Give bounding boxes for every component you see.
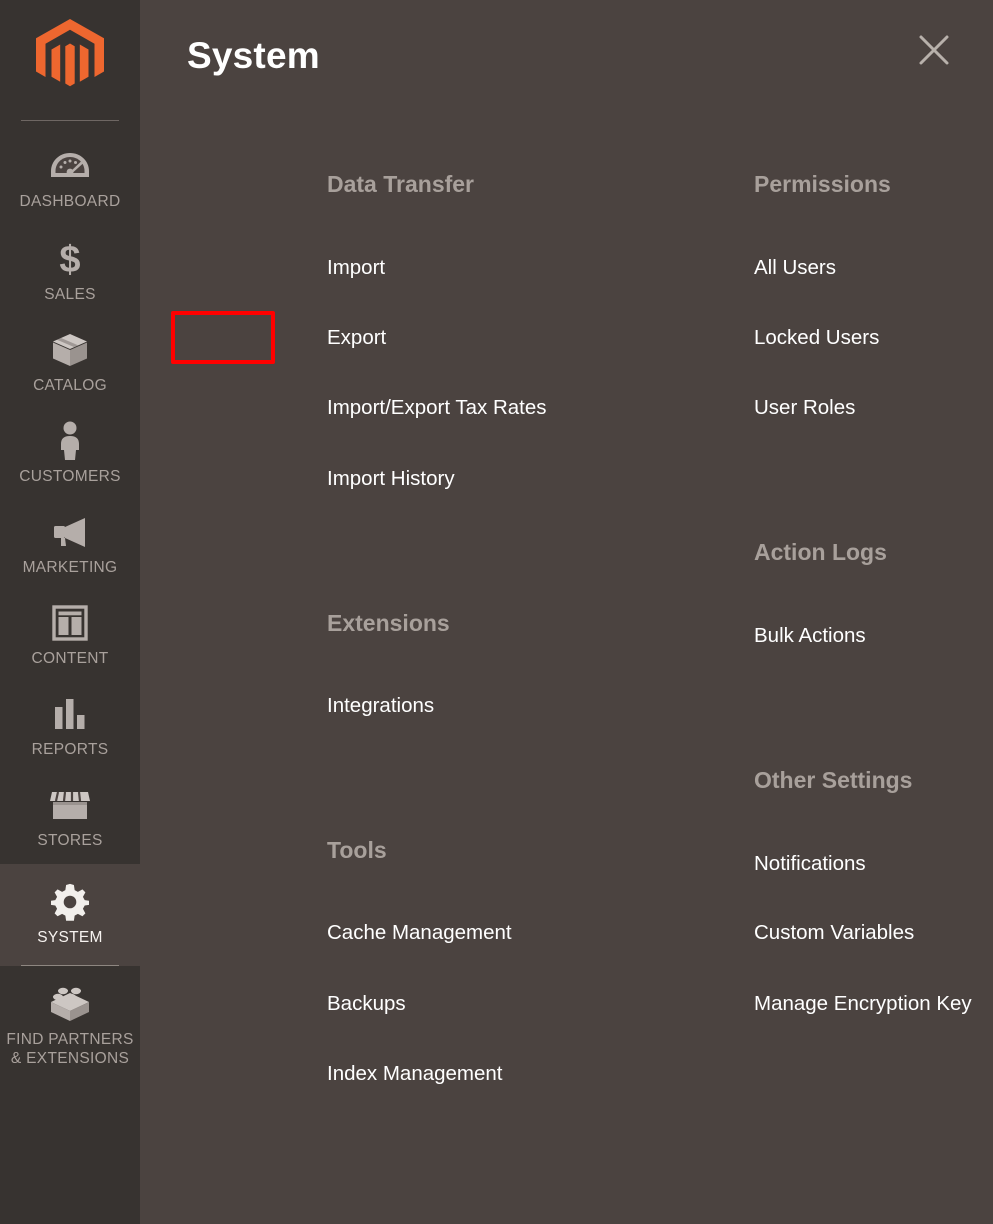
menu-item-import[interactable]: Import: [327, 257, 385, 279]
close-button[interactable]: [917, 33, 951, 67]
sidebar-item-label: CATALOG: [33, 377, 107, 394]
magento-logo[interactable]: [0, 0, 140, 110]
sidebar-nav: DASHBOARD $ SALES CATALOG CUSTOMERS MARK…: [0, 131, 140, 1082]
sidebar-item-system[interactable]: SYSTEM: [0, 864, 140, 966]
sidebar-item-label: MARKETING: [22, 559, 118, 576]
group-title-tools: Tools: [327, 837, 387, 863]
gauge-icon: [50, 146, 90, 186]
sidebar-item-label: REPORTS: [31, 741, 109, 758]
layout-icon: [52, 603, 88, 643]
menu-item-custom-variables[interactable]: Custom Variables: [754, 922, 914, 944]
magento-admin-system-menu: DASHBOARD $ SALES CATALOG CUSTOMERS MARK…: [0, 0, 993, 1224]
bar-chart-icon: [52, 694, 88, 734]
storefront-icon: [49, 785, 91, 825]
menu-item-notifications[interactable]: Notifications: [754, 853, 866, 875]
svg-text:$: $: [59, 239, 80, 279]
menu-item-integrations[interactable]: Integrations: [327, 695, 434, 717]
menu-item-import-export-tax-rates[interactable]: Import/Export Tax Rates: [327, 397, 547, 419]
sidebar-item-catalog[interactable]: CATALOG: [0, 318, 140, 409]
gear-icon: [51, 882, 89, 922]
menu-item-bulk-actions[interactable]: Bulk Actions: [754, 625, 866, 647]
sidebar-item-find-partners[interactable]: FIND PARTNERS & EXTENSIONS: [0, 966, 140, 1082]
sidebar-item-label: SALES: [44, 286, 96, 303]
group-title-extensions: Extensions: [327, 610, 450, 636]
menu-item-cache-management[interactable]: Cache Management: [327, 922, 512, 944]
menu-item-index-management[interactable]: Index Management: [327, 1063, 503, 1085]
menu-item-user-roles[interactable]: User Roles: [754, 397, 855, 419]
menu-item-backups[interactable]: Backups: [327, 993, 406, 1015]
person-icon: [57, 421, 83, 461]
panel-header: System: [140, 0, 993, 112]
sidebar-item-label: CONTENT: [31, 650, 109, 667]
sidebar-item-dashboard[interactable]: DASHBOARD: [0, 131, 140, 227]
sidebar-item-label: DASHBOARD: [19, 192, 121, 210]
sidebar-item-label: FIND PARTNERS & EXTENSIONS: [6, 1031, 134, 1067]
group-title-permissions: Permissions: [754, 171, 891, 197]
magento-logo-icon: [36, 19, 104, 87]
sidebar-item-sales[interactable]: $ SALES: [0, 227, 140, 318]
lego-brick-icon: [48, 984, 92, 1024]
sidebar-item-marketing[interactable]: MARKETING: [0, 500, 140, 591]
page-title: System: [187, 35, 320, 76]
menu-item-manage-encryption-key[interactable]: Manage Encryption Key: [754, 993, 972, 1015]
sidebar-item-customers[interactable]: CUSTOMERS: [0, 409, 140, 500]
menu-item-locked-users[interactable]: Locked Users: [754, 327, 879, 349]
group-title-data-transfer: Data Transfer: [327, 171, 475, 197]
sidebar-item-label: CUSTOMERS: [19, 468, 121, 485]
close-icon: [919, 35, 949, 65]
dollar-sign-icon: $: [56, 239, 84, 279]
sidebar-item-label: STORES: [37, 832, 103, 849]
menu-item-export[interactable]: Export: [327, 327, 386, 349]
sidebar-logo-divider: [21, 120, 119, 121]
sidebar-item-content[interactable]: CONTENT: [0, 591, 140, 682]
box-icon: [51, 330, 89, 370]
group-title-other-settings: Other Settings: [754, 767, 913, 793]
admin-sidebar: DASHBOARD $ SALES CATALOG CUSTOMERS MARK…: [0, 0, 140, 1224]
sidebar-item-label: SYSTEM: [37, 928, 103, 946]
system-menu-panel: System Data Transfer Import Export Impor…: [140, 0, 993, 1224]
sidebar-item-stores[interactable]: STORES: [0, 773, 140, 864]
megaphone-icon: [49, 512, 91, 552]
group-title-action-logs: Action Logs: [754, 539, 887, 565]
menu-item-all-users[interactable]: All Users: [754, 257, 836, 279]
sidebar-item-reports[interactable]: REPORTS: [0, 682, 140, 773]
menu-item-import-history[interactable]: Import History: [327, 468, 455, 490]
